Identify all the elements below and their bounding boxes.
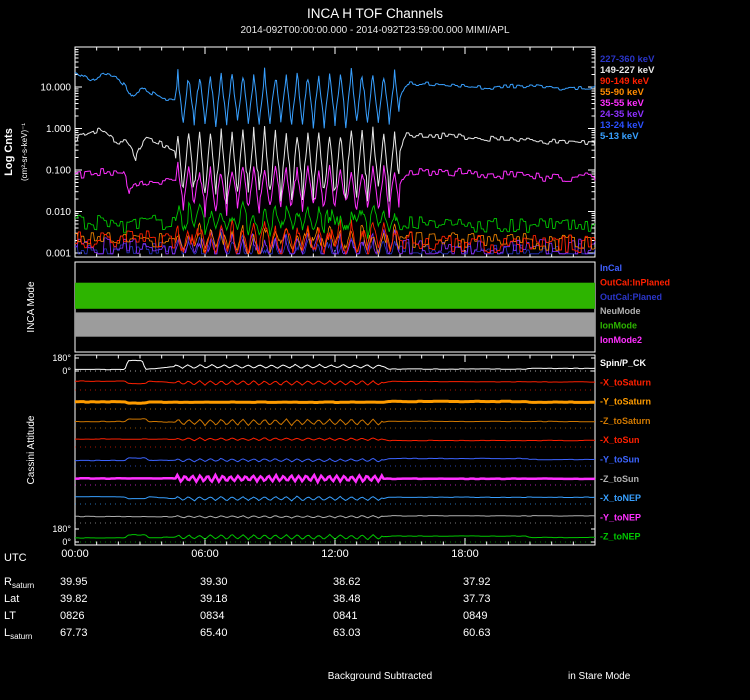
series--Z_toSaturn bbox=[75, 418, 595, 427]
mode-legend-item: InCal bbox=[600, 263, 622, 273]
mode-legend-item: IonMode bbox=[600, 321, 637, 331]
energy-legend-item: 55-90 keV bbox=[600, 87, 645, 98]
footer-value: 0834 bbox=[200, 610, 225, 622]
footer-value: 0849 bbox=[463, 610, 488, 622]
footer-row-lat: Lat 39.82 39.18 38.48 37.73 bbox=[0, 593, 750, 609]
footer-row-r: Rsaturn 39.95 39.30 38.62 37.92 bbox=[0, 576, 750, 592]
footer-value: 39.30 bbox=[200, 576, 228, 588]
energy-legend-item: 24-35 keV bbox=[600, 109, 645, 120]
energy-legend-item: 5-13 keV bbox=[600, 131, 639, 142]
attitude-legend-item: -X_toSaturn bbox=[600, 377, 651, 387]
footer-value: 65.40 bbox=[200, 627, 228, 639]
series--Y_toSun bbox=[75, 457, 596, 463]
energy-legend-item: 35-55 keV bbox=[600, 98, 645, 109]
series-55-90 keV bbox=[74, 222, 596, 255]
footer-value: 38.62 bbox=[333, 576, 361, 588]
footer-row-label-wrap: Lat bbox=[4, 593, 19, 607]
series--X_toSaturn bbox=[75, 379, 595, 386]
counts-ytick-label: 0.100 bbox=[46, 166, 71, 177]
footer-value: 0841 bbox=[333, 610, 358, 622]
series-35-55 keV bbox=[74, 161, 596, 218]
footer-value: 39.18 bbox=[200, 593, 228, 605]
footer-value: 37.73 bbox=[463, 593, 491, 605]
series--X_toSun bbox=[75, 437, 596, 442]
x-tick-label: 12:00 bbox=[321, 548, 349, 560]
mode-bar-IonMode bbox=[75, 282, 595, 309]
cassini-attitude-axis-label: Cassini Attitude bbox=[26, 415, 37, 484]
counts-axis-label: Log Cnts bbox=[3, 128, 15, 176]
footer-value: 60.63 bbox=[463, 627, 491, 639]
mode-legend-item: NeuMode bbox=[600, 306, 641, 316]
chart-layer: 10.000 1.000 0.100 0.010 0.001 180° 0° 180° 0° 22… bbox=[40, 46, 670, 560]
series--Y_toNEP bbox=[75, 472, 596, 485]
footer-value: 0826 bbox=[60, 610, 85, 622]
attitude-legend-item: -Y_toSaturn bbox=[600, 397, 651, 407]
attitude-ytick-label: 180° bbox=[52, 524, 71, 534]
series-149-227 keV bbox=[74, 125, 596, 205]
background-note: Background Subtracted bbox=[327, 671, 433, 682]
x-tick-label: 06:00 bbox=[191, 548, 219, 560]
stare-mode-note: in Stare Mode bbox=[568, 671, 631, 682]
counts-ytick-label: 1.000 bbox=[46, 124, 71, 135]
footer-row-label-wrap: Lsaturn bbox=[4, 627, 32, 641]
footer-value: 67.73 bbox=[60, 627, 88, 639]
x-tick-label: 00:00 bbox=[61, 548, 89, 560]
footer-row-label-wrap: Rsaturn bbox=[4, 576, 34, 590]
attitude-legend-item: -Z_toSaturn bbox=[600, 416, 651, 426]
series--Z_toNEP bbox=[75, 533, 596, 541]
footer-row-label: Lat bbox=[4, 593, 20, 605]
footer-value: 38.48 bbox=[333, 593, 361, 605]
energy-legend-item: 149-227 keV bbox=[600, 65, 655, 76]
series--Z_toSun bbox=[75, 515, 596, 519]
attitude-ytick-label: 0° bbox=[62, 537, 71, 547]
energy-legend-item: 13-24 keV bbox=[600, 120, 645, 131]
footer-row-l: Lsaturn 67.73 65.40 63.03 60.63 bbox=[0, 627, 750, 643]
attitude-legend-item: -Y_toSun bbox=[600, 455, 640, 465]
mode-legend-item: OutCal:InPlaned bbox=[600, 277, 670, 287]
attitude-legend-item: -X_toNEP bbox=[600, 493, 641, 503]
energy-legend-item: 227-360 keV bbox=[600, 54, 655, 65]
footer-row-sublabel: saturn bbox=[10, 632, 33, 641]
series-5-13 keV bbox=[74, 67, 596, 129]
panel-frame-1 bbox=[74, 46, 596, 258]
series-bkg bbox=[74, 200, 596, 239]
counts-ytick-label: 0.010 bbox=[46, 207, 71, 218]
counts-ytick-label: 10.000 bbox=[40, 83, 71, 94]
footer-row-label: LT bbox=[4, 610, 17, 622]
attitude-legend-item: -X_toSun bbox=[600, 435, 640, 445]
mode-legend-item: OutCal:Planed bbox=[600, 292, 662, 302]
attitude-ytick-label: 180° bbox=[52, 353, 71, 363]
footer-row-label: R bbox=[4, 576, 12, 588]
energy-legend-item: 90-149 keV bbox=[600, 76, 650, 87]
mode-bar-NeuMode bbox=[75, 312, 595, 337]
attitude-legend-item: Spin/P_CK bbox=[600, 358, 647, 368]
footer-value: 63.03 bbox=[333, 627, 361, 639]
mode-legend-item: IonMode2 bbox=[600, 335, 642, 345]
counts-ytick-label: 0.001 bbox=[46, 249, 71, 260]
attitude-legend-item: -Z_toSun bbox=[600, 474, 639, 484]
utc-axis-label: UTC bbox=[4, 552, 27, 564]
footer-row-label-wrap: LT bbox=[4, 610, 16, 624]
footer-value: 39.82 bbox=[60, 593, 88, 605]
footer-row-lt: LT 0826 0834 0841 0849 bbox=[0, 610, 750, 626]
counts-axis-units: (cm²-sr-s-keV)⁻¹ bbox=[20, 123, 29, 181]
series--Y_toSaturn bbox=[75, 399, 596, 405]
series--X_toNEP bbox=[75, 495, 596, 502]
attitude-legend-item: -Y_toNEP bbox=[600, 512, 641, 522]
x-tick-label: 18:00 bbox=[451, 548, 479, 560]
attitude-legend-item: -Z_toNEP bbox=[600, 532, 641, 542]
attitude-ytick-label: 0° bbox=[62, 366, 71, 376]
inca-plot-screen: INCA H TOF Channels 2014-092T00:00:00.00… bbox=[0, 0, 750, 700]
inca-mode-axis-label: INCA Mode bbox=[26, 281, 37, 333]
footer-value: 39.95 bbox=[60, 576, 88, 588]
footer-value: 37.92 bbox=[463, 576, 491, 588]
footer-row-sublabel: saturn bbox=[11, 581, 35, 590]
